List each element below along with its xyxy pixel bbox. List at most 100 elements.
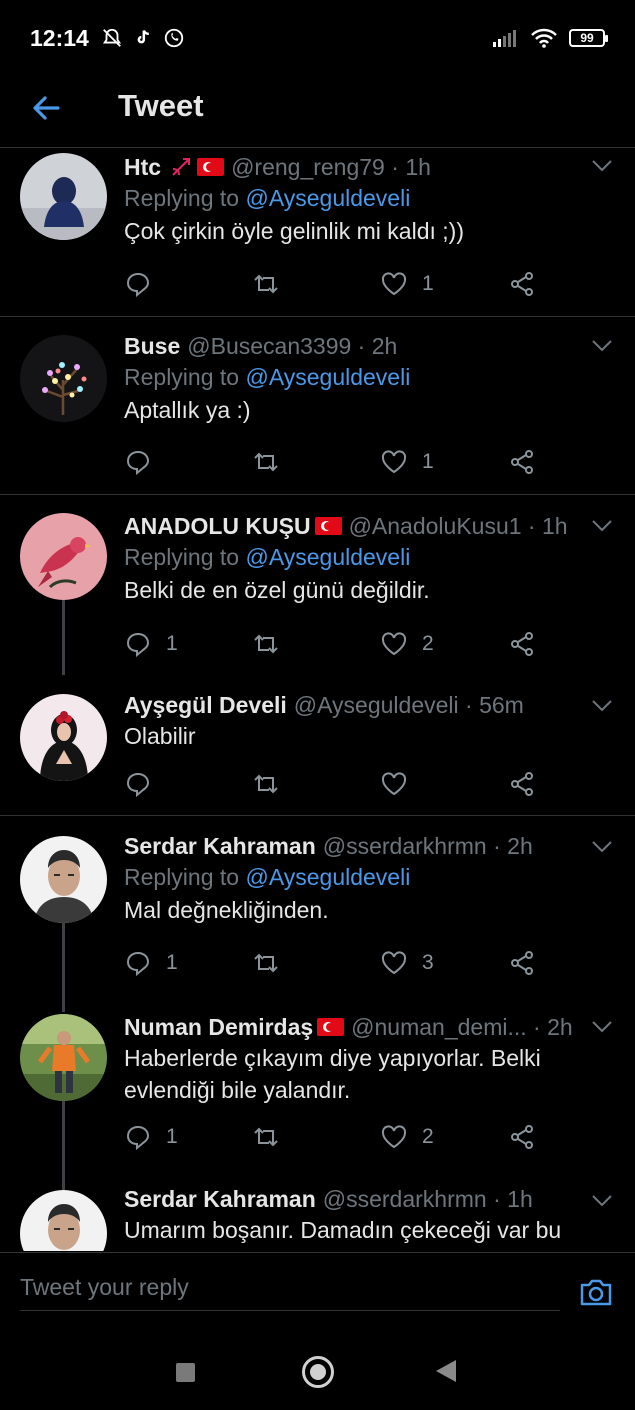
reply-button[interactable]: 1	[124, 1122, 178, 1152]
author-handle[interactable]: @AnadoluKusu1	[349, 513, 522, 539]
avatar[interactable]	[20, 335, 107, 422]
reply-to-handle[interactable]: @Ayseguldeveli	[245, 364, 410, 390]
avatar[interactable]	[20, 513, 107, 600]
share-button[interactable]	[508, 1122, 536, 1152]
author-name[interactable]: ANADOLU KUŞU	[124, 511, 311, 541]
reply-to-handle[interactable]: @Ayseguldeveli	[245, 185, 410, 211]
like-button[interactable]: 1	[380, 447, 434, 477]
like-button[interactable]: 3	[380, 948, 434, 978]
retweet-button[interactable]	[252, 629, 280, 659]
reply-to-handle[interactable]: @Ayseguldeveli	[245, 864, 410, 890]
wifi-icon	[531, 28, 557, 48]
tweet-item[interactable]: Serdar Kahraman @sserdarkhrmn · 1h Umarı…	[0, 1174, 635, 1251]
tweet-item[interactable]: Ayşegül Develi @Ayseguldeveli · 56m Olab…	[0, 675, 635, 816]
retweet-button[interactable]	[252, 769, 280, 799]
author-name[interactable]: Serdar Kahraman	[124, 831, 316, 861]
heart-icon	[381, 450, 407, 474]
tweet-item[interactable]: Htc @reng_reng79 · 1h Replying to @Ayseg…	[0, 149, 635, 317]
like-count: 2	[422, 632, 434, 655]
author-name[interactable]: Buse	[124, 331, 180, 361]
author-handle[interactable]: @Busecan3399	[187, 333, 351, 359]
replying-to: Replying to @Ayseguldeveli	[124, 864, 411, 890]
home-button[interactable]	[302, 1356, 334, 1388]
tweet-actions: 1	[124, 269, 544, 299]
author-handle[interactable]: @sserdarkhrmn	[323, 1186, 487, 1212]
author-name[interactable]: Htc	[124, 152, 161, 182]
like-count: 1	[422, 450, 434, 473]
reply-button[interactable]: 1	[124, 629, 178, 659]
tweet-time: 1h	[507, 1186, 533, 1212]
back-arrow-icon[interactable]	[28, 90, 64, 126]
like-button[interactable]: 2	[380, 1122, 434, 1152]
retweet-button[interactable]	[252, 948, 280, 978]
tweet-text: Haberlerde çıkayım diye yapıyorlar. Belk…	[124, 1045, 541, 1103]
reply-button[interactable]	[124, 269, 152, 299]
signal-icon	[493, 30, 516, 47]
thread-connector	[62, 600, 65, 675]
share-button[interactable]	[508, 769, 536, 799]
tweet-actions	[124, 769, 544, 799]
tweet-item[interactable]: Serdar Kahraman @sserdarkhrmn · 2h Reply…	[0, 816, 635, 994]
like-button[interactable]: 1	[380, 269, 434, 299]
avatar[interactable]	[20, 1014, 107, 1101]
author-name[interactable]: Serdar Kahraman	[124, 1184, 316, 1214]
tweet-time: 2h	[507, 833, 533, 859]
bell-off-icon	[102, 28, 121, 47]
system-back-button[interactable]	[436, 1360, 456, 1382]
retweet-icon	[254, 452, 278, 472]
reply-button[interactable]	[124, 447, 152, 477]
camera-icon[interactable]	[579, 1275, 613, 1309]
whatsapp-icon	[164, 28, 183, 48]
heart-icon	[381, 632, 407, 656]
reply-count: 1	[166, 951, 178, 974]
like-button[interactable]: 2	[380, 629, 434, 659]
avatar[interactable]	[20, 694, 107, 781]
tweet-item[interactable]: Buse @Busecan3399 · 2h Replying to @Ayse…	[0, 317, 635, 495]
retweet-icon	[254, 953, 278, 973]
like-count: 2	[422, 1125, 434, 1148]
reply-input[interactable]: Tweet your reply	[20, 1267, 560, 1311]
share-icon	[511, 272, 533, 296]
retweet-button[interactable]	[252, 447, 280, 477]
author-handle[interactable]: @numan_demi...	[351, 1014, 527, 1040]
retweet-icon	[254, 274, 278, 294]
retweet-icon	[254, 774, 278, 794]
tweet-item[interactable]: ANADOLU KUŞU @AnadoluKusu1 · 1h Replying…	[0, 495, 635, 675]
share-button[interactable]	[508, 948, 536, 978]
share-button[interactable]	[508, 269, 536, 299]
tweet-item[interactable]: Numan Demirdaş @numan_demi... · 2h Haber…	[0, 994, 635, 1174]
avatar[interactable]	[20, 836, 107, 923]
tiktok-icon	[137, 30, 149, 44]
heart-icon	[381, 951, 407, 975]
retweet-icon	[254, 1127, 278, 1147]
reply-feed[interactable]: Htc @reng_reng79 · 1h Replying to @Ayseg…	[0, 149, 635, 1251]
tweet-text: Mal değnekliğinden.	[124, 897, 329, 923]
share-button[interactable]	[508, 447, 536, 477]
author-handle[interactable]: @Ayseguldeveli	[294, 692, 459, 718]
avatar[interactable]	[20, 1190, 107, 1251]
like-button[interactable]	[380, 769, 408, 799]
author-handle[interactable]: @sserdarkhrmn	[323, 833, 487, 859]
reply-icon	[126, 951, 150, 977]
status-time: 12:14	[30, 24, 89, 51]
share-button[interactable]	[508, 629, 536, 659]
reply-icon	[126, 632, 150, 658]
author-name[interactable]: Ayşegül Develi	[124, 690, 287, 720]
tweet-text: Olabilir	[124, 723, 196, 749]
tweet-time: 1h	[542, 513, 568, 539]
author-handle[interactable]: @reng_reng79	[231, 154, 385, 180]
author-name[interactable]: Numan Demirdaş	[124, 1012, 313, 1042]
reply-to-handle[interactable]: @Ayseguldeveli	[245, 544, 410, 570]
retweet-button[interactable]	[252, 1122, 280, 1152]
tweet-text: Çok çirkin öyle gelinlik mi kaldı ;))	[124, 218, 464, 244]
retweet-button[interactable]	[252, 269, 280, 299]
reply-button[interactable]	[124, 769, 152, 799]
tweet-actions: 1 2	[124, 629, 544, 659]
turkey-flag-icon	[317, 1018, 345, 1036]
heart-icon	[381, 772, 407, 796]
avatar[interactable]	[20, 153, 107, 240]
reply-button[interactable]: 1	[124, 948, 178, 978]
recent-apps-button[interactable]	[176, 1363, 195, 1382]
heart-icon	[381, 1125, 407, 1149]
like-count: 1	[422, 272, 434, 295]
